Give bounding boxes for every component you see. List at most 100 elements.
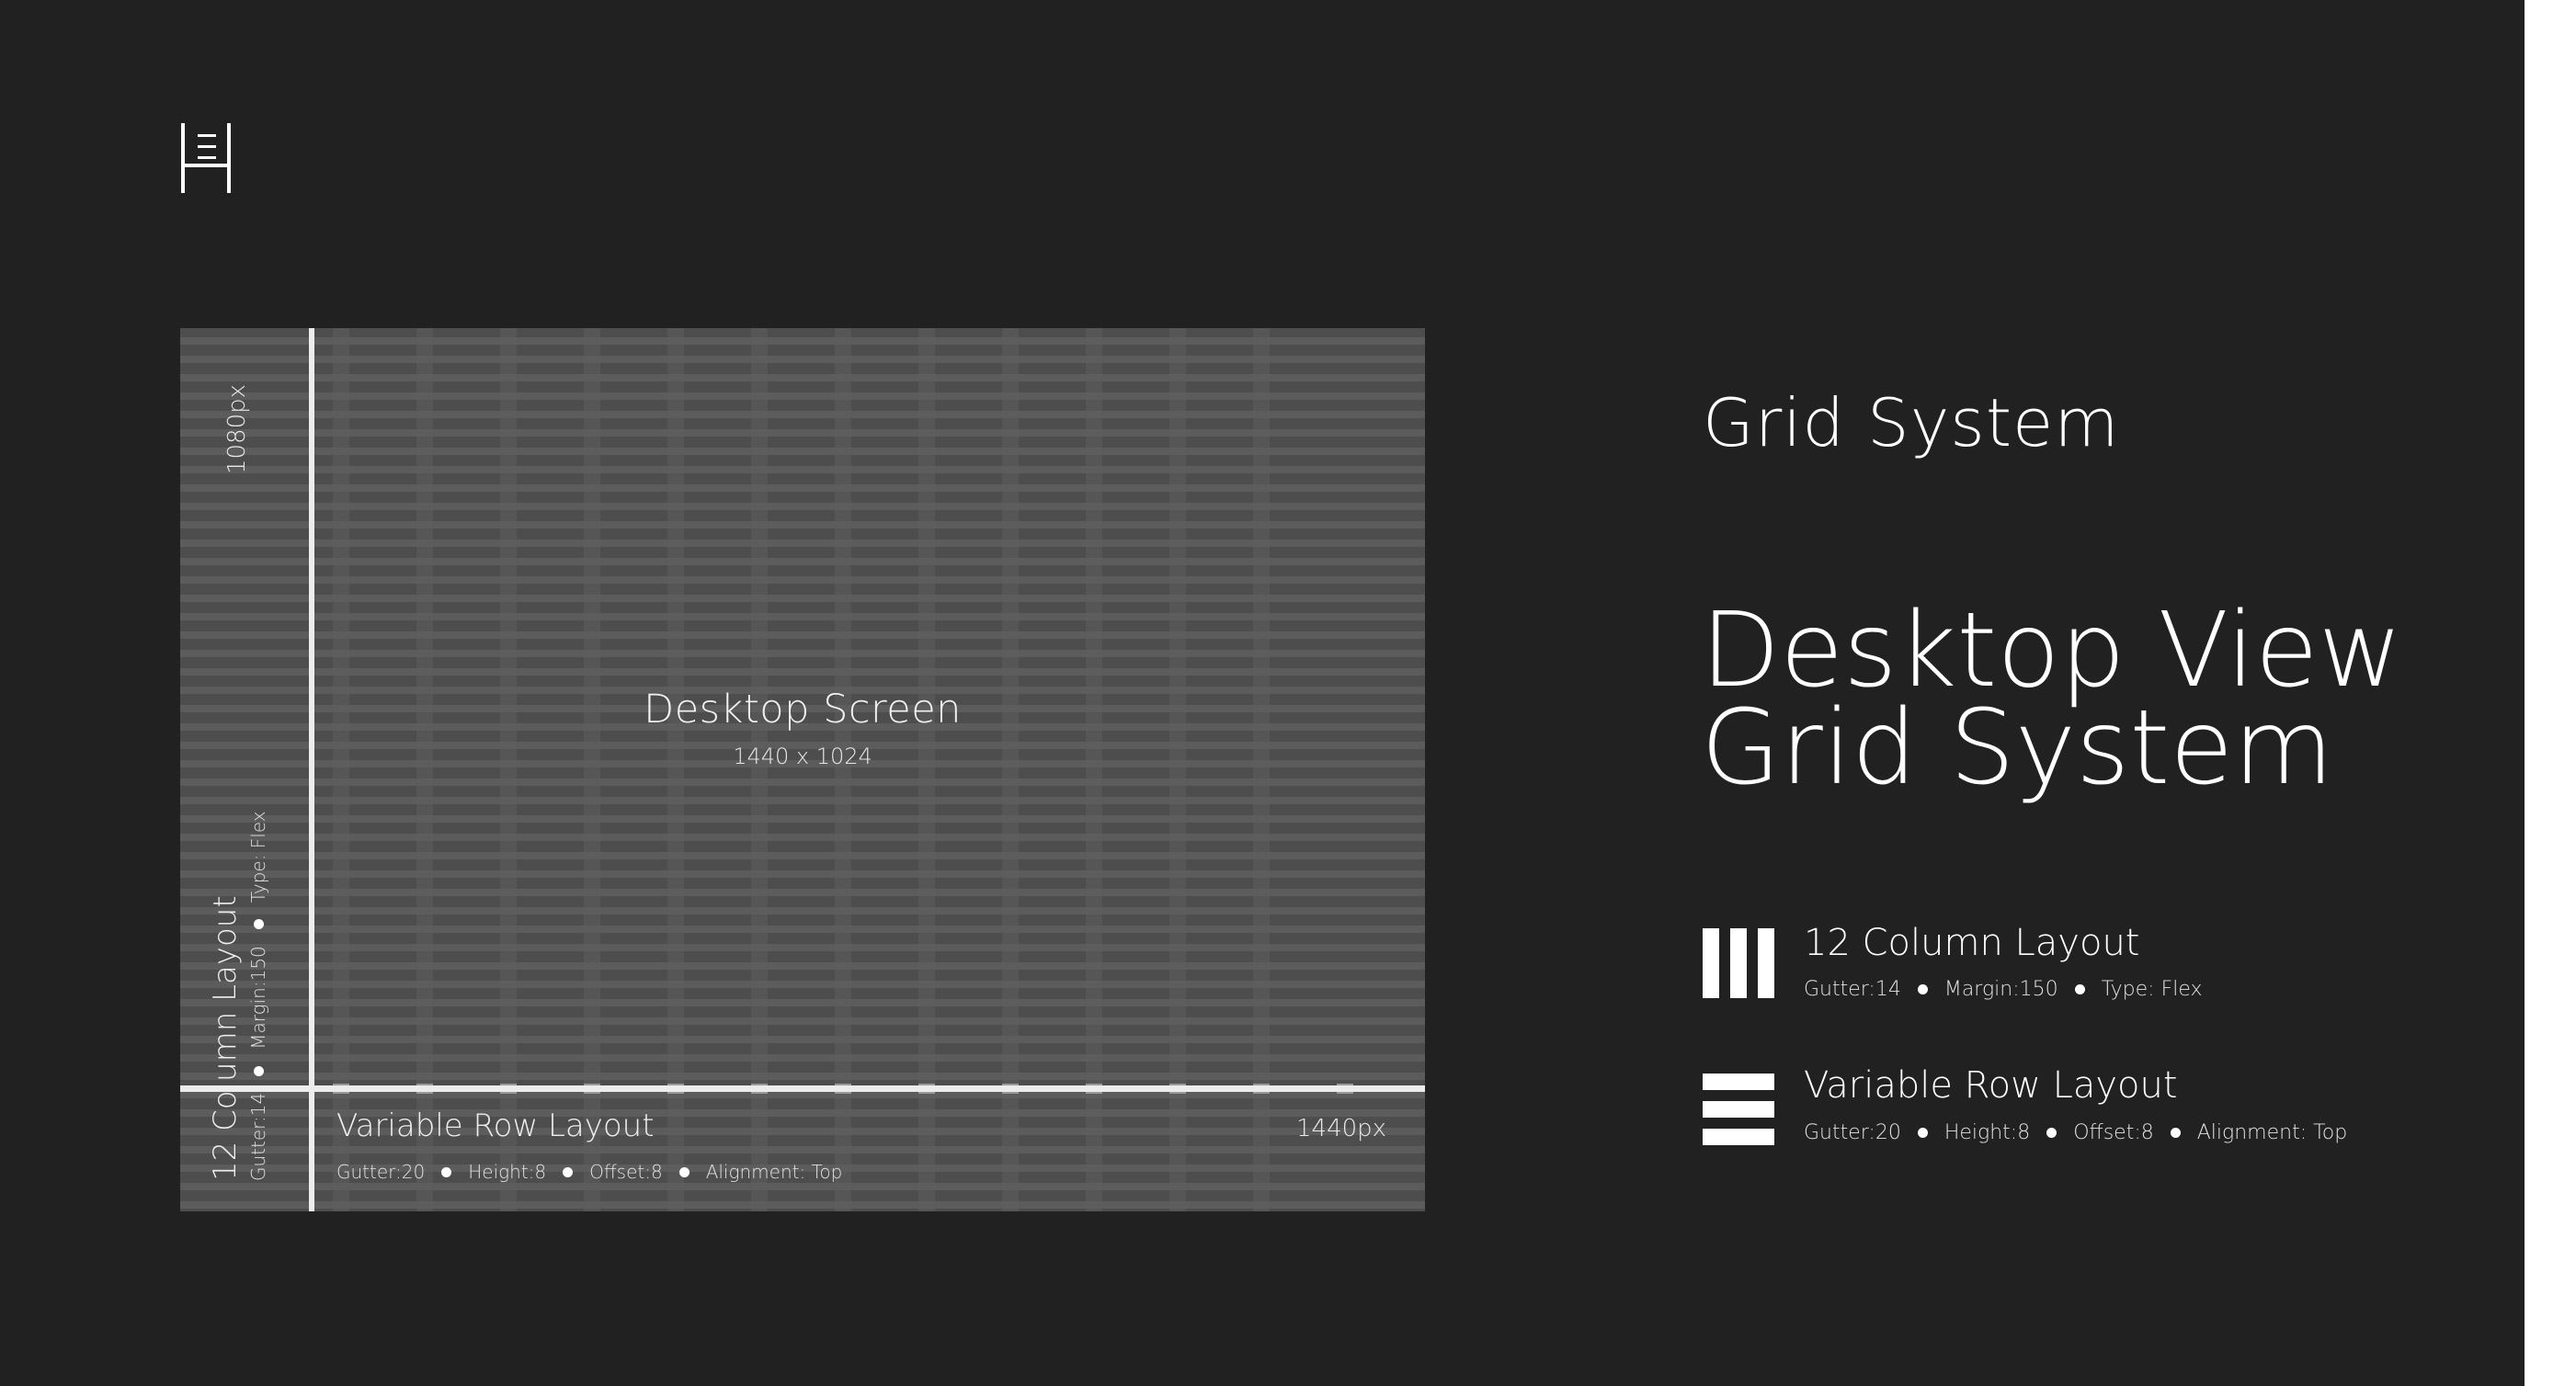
column-stripe [333, 328, 349, 1211]
column-stripe [500, 328, 517, 1211]
slide-canvas: Desktop Screen 1440 x 1024 1440px 1080px… [0, 0, 2525, 1386]
row-band [180, 1183, 1425, 1190]
bullet-icon [678, 1166, 690, 1177]
row-gutter: Gutter:20 [336, 1161, 426, 1183]
row-band [180, 613, 1425, 620]
row-band [180, 1054, 1425, 1062]
column-margin: Margin:150 [247, 946, 269, 1050]
main-heading-line1: Desktop View [1701, 591, 2403, 710]
legend-column-gutter: Gutter:14 [1804, 978, 1901, 1001]
row-band [180, 1091, 1425, 1098]
row-band [180, 1017, 1425, 1025]
row-band [180, 852, 1425, 859]
row-layout-specs: Gutter:20 Height:8 Offset:8 Alignment: T… [336, 1161, 842, 1183]
screen-size: 1440 x 1024 [733, 744, 872, 769]
main-heading: Desktop View Grid System [1701, 591, 2403, 808]
column-stripe [835, 328, 851, 1211]
row-band [180, 337, 1425, 345]
row-band [180, 429, 1425, 437]
bullet-icon [2170, 1128, 2181, 1138]
row-band [180, 999, 1425, 1006]
column-stripe [584, 328, 600, 1211]
grid-logo-icon [181, 123, 231, 193]
legend-column-type: Type: Flex [2101, 978, 2203, 1001]
row-band [180, 981, 1425, 988]
row-band [180, 926, 1425, 933]
row-band [180, 944, 1425, 951]
row-band [180, 668, 1425, 676]
main-heading-line2: Grid System [1701, 688, 2334, 808]
column-stripe [1002, 328, 1019, 1211]
column-stripe [1086, 328, 1102, 1211]
column-layout-specs: Gutter:14 Margin:150 Type: Flex [247, 666, 269, 1181]
columns-icon [1703, 928, 1774, 998]
row-band [180, 797, 1425, 804]
column-layout-annotation: 12 Column Layout Gutter:14 Margin:150 Ty… [207, 666, 269, 1181]
bullet-icon [563, 1166, 574, 1177]
row-band [180, 356, 1425, 363]
legend-row-gutter: Gutter:20 [1804, 1121, 1901, 1144]
row-band [180, 374, 1425, 381]
legend-row-height: Height:8 [1943, 1121, 2031, 1144]
column-gutter: Gutter:14 [247, 1092, 269, 1181]
column-stripe [1169, 328, 1186, 1211]
bullet-icon [2074, 984, 2085, 994]
legend-row-offset: Offset:8 [2073, 1121, 2154, 1144]
row-band [180, 540, 1425, 547]
row-band [180, 558, 1425, 565]
row-band [180, 631, 1425, 639]
rows-icon [1703, 1074, 1774, 1145]
row-offset: Offset:8 [589, 1161, 663, 1183]
column-legend-specs: Gutter:14 Margin:150 Type: Flex [1804, 978, 2203, 1001]
row-axis-line [180, 1085, 1425, 1092]
bullet-icon [1917, 984, 1928, 994]
column-legend-title: 12 Column Layout [1804, 922, 2140, 964]
row-alignment: Alignment: Top [705, 1161, 843, 1183]
row-band [180, 1073, 1425, 1080]
section-heading: Grid System [1703, 384, 2120, 461]
bullet-icon [2046, 1128, 2057, 1138]
height-label: 1080px [223, 383, 251, 475]
row-height: Height:8 [468, 1161, 547, 1183]
row-band [180, 889, 1425, 896]
row-band [180, 1146, 1425, 1153]
row-band [180, 962, 1425, 970]
row-band [180, 1201, 1425, 1209]
column-stripe [918, 328, 935, 1211]
column-stripe [751, 328, 768, 1211]
row-band [180, 448, 1425, 455]
row-band [180, 907, 1425, 915]
width-label: 1440px [1296, 1115, 1387, 1142]
row-band [180, 484, 1425, 492]
screen-title: Desktop Screen [644, 687, 962, 733]
row-band [180, 650, 1425, 657]
row-band [180, 503, 1425, 510]
row-band [180, 466, 1425, 473]
column-stripe [416, 328, 433, 1211]
row-legend-title: Variable Row Layout [1804, 1064, 2178, 1107]
row-band [180, 521, 1425, 528]
bullet-icon [1917, 1128, 1928, 1138]
column-axis-line [309, 328, 314, 1211]
row-legend-specs: Gutter:20 Height:8 Offset:8 Alignment: T… [1804, 1121, 2347, 1144]
row-band [180, 411, 1425, 418]
column-stripe [1253, 328, 1270, 1211]
row-band [180, 834, 1425, 841]
row-layout-title: Variable Row Layout [336, 1108, 655, 1144]
bullet-icon [253, 1065, 264, 1076]
column-layout-title: 12 Column Layout [207, 895, 244, 1181]
row-band [180, 576, 1425, 584]
column-stripe [667, 328, 684, 1211]
bullet-icon [253, 919, 264, 930]
desktop-grid-diagram: Desktop Screen 1440 x 1024 1440px 1080px… [180, 328, 1425, 1211]
row-band [180, 1036, 1425, 1043]
bullet-icon [441, 1166, 452, 1177]
column-type: Type: Flex [247, 811, 269, 903]
legend-column-margin: Margin:150 [1943, 978, 2058, 1001]
row-band [180, 870, 1425, 878]
grid-overlay [180, 328, 1425, 1211]
row-band [180, 392, 1425, 400]
legend-row-alignment: Alignment: Top [2196, 1121, 2348, 1144]
row-band [180, 815, 1425, 823]
row-band [180, 778, 1425, 786]
